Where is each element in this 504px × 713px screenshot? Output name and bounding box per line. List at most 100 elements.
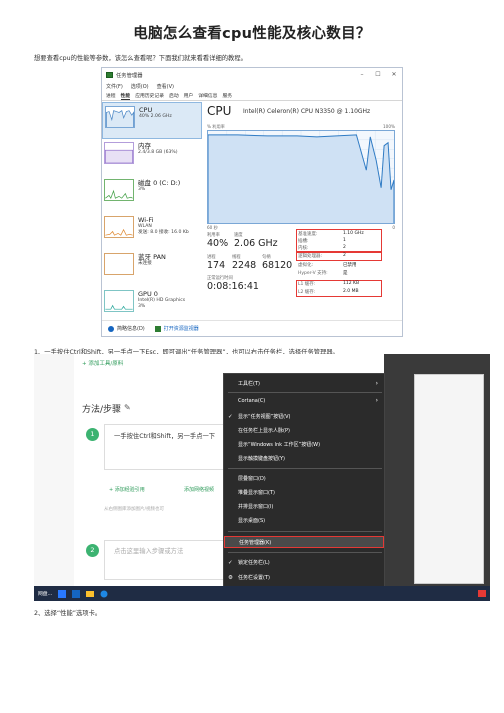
cpu-heading: CPU bbox=[207, 104, 232, 118]
sidebar-cpu-name: CPU bbox=[139, 106, 153, 114]
tab-users[interactable]: 用户 bbox=[184, 92, 194, 99]
chevron-up-icon bbox=[108, 325, 114, 332]
menu-item-stacked[interactable]: 堆叠显示窗口(T) bbox=[224, 487, 384, 499]
cpu-model-name: Intel(R) Celeron(R) CPU N3350 @ 1.10GHz bbox=[243, 108, 371, 115]
cpu-utilization-graph bbox=[207, 130, 395, 224]
sidebar-item-gpu[interactable]: GPU 0 Intel(R) HD Graphics 3% bbox=[102, 287, 202, 324]
app-icon[interactable] bbox=[72, 589, 81, 598]
menu-item-side-by-side[interactable]: 并排显示窗口(I) bbox=[224, 501, 384, 513]
check-icon: ✓ bbox=[228, 414, 233, 420]
detail-base-speed: 基准速度: 1.10 GHz bbox=[298, 231, 364, 237]
tab-details[interactable]: 详细信息 bbox=[198, 92, 217, 99]
uptime-value: 0:08:16:41 bbox=[207, 281, 259, 292]
menu-item-toolbars[interactable]: 工具栏(T) › bbox=[224, 378, 384, 390]
step2-text: 2、选择“性能”选项卡。 bbox=[34, 610, 102, 617]
app-icon[interactable] bbox=[58, 589, 67, 598]
editor-screenshot: + 添加工具/原料 方法/步骤 ✎ 1 一手按住Ctrl和Shift，另一手点一… bbox=[34, 354, 490, 601]
task-manager-footer: 简略信息(D) 打开资源监视器 bbox=[102, 320, 402, 336]
sidebar-item-cpu[interactable]: CPU 40% 2.06 GHz bbox=[102, 102, 202, 139]
menu-bar: 文件(F) 选项(O) 查看(V) bbox=[102, 81, 402, 91]
sidebar-gpu-value: 3% bbox=[138, 304, 146, 309]
add-reference-button[interactable]: + 添加经验引用 bbox=[109, 486, 145, 493]
tab-app-history[interactable]: 应用历史记录 bbox=[135, 92, 164, 99]
menu-item-cascade[interactable]: 层叠窗口(D) bbox=[224, 473, 384, 485]
title-bar: 任务管理器 – ☐ ✕ bbox=[102, 68, 402, 81]
tab-performance[interactable]: 性能 bbox=[120, 92, 131, 100]
step-number-2: 2 bbox=[86, 544, 99, 557]
graph-max: 100% bbox=[383, 124, 395, 129]
detail-logical-processors: 逻辑处理器: 2 bbox=[298, 253, 346, 259]
sidebar-disk-value: 3% bbox=[138, 187, 146, 192]
task-manager-window: 任务管理器 – ☐ ✕ 文件(F) 选项(O) 查看(V) 进程 性能 应用历史… bbox=[101, 67, 403, 337]
minimize-icon[interactable]: – bbox=[354, 71, 370, 78]
cpu-detail-panel: CPU Intel(R) Celeron(R) CPU N3350 @ 1.10… bbox=[207, 104, 399, 318]
memory-sparkline bbox=[104, 142, 134, 164]
close-icon[interactable]: ✕ bbox=[386, 71, 402, 78]
sidebar-wifi-name: Wi-Fi bbox=[138, 216, 154, 224]
detail-hyperv: Hyper-V 支持: 是 bbox=[298, 271, 348, 276]
graph-seconds: 60 秒 bbox=[207, 225, 218, 230]
detail-l1-cache: L1 缓存: 112 KB bbox=[298, 281, 360, 287]
sidebar-item-memory[interactable]: 内存 2.4/3.8 GB (63%) bbox=[102, 139, 202, 176]
sidebar-memory-name: 内存 bbox=[138, 142, 151, 150]
tab-services[interactable]: 服务 bbox=[222, 92, 232, 99]
sidebar-item-disk[interactable]: 磁盘 0 (C: D:) 3% bbox=[102, 176, 202, 213]
pencil-icon[interactable]: ✎ bbox=[124, 403, 131, 412]
windows-taskbar: 网盘... bbox=[34, 586, 490, 601]
add-video-button[interactable]: 添加网络视频 bbox=[184, 486, 214, 493]
sidebar-bluetooth-value: 未连接 bbox=[138, 261, 152, 266]
disk-sparkline bbox=[104, 179, 134, 201]
menu-separator bbox=[228, 468, 382, 469]
menu-file[interactable]: 文件(F) bbox=[106, 83, 123, 90]
sidebar-item-wifi[interactable]: Wi-Fi WLAN 发送: 8.0 接收: 16.0 Kb bbox=[102, 213, 202, 250]
fewer-details-button[interactable]: 简略信息(D) bbox=[108, 325, 145, 332]
sidebar-bluetooth-name: 蓝牙 PAN bbox=[138, 253, 166, 261]
menu-separator bbox=[228, 552, 382, 553]
step1-content: 一手按住Ctrl和Shift，另一手点一下 bbox=[114, 433, 216, 440]
menu-item-windows-ink[interactable]: 显示“Windows Ink 工作区”按钮(W) bbox=[224, 439, 384, 451]
resource-monitor-label: 打开资源监视器 bbox=[163, 326, 199, 332]
sidebar-gpu-name: GPU 0 bbox=[138, 290, 158, 298]
menu-options[interactable]: 选项(O) bbox=[131, 83, 149, 90]
explorer-icon[interactable] bbox=[86, 590, 95, 598]
menu-item-task-view[interactable]: ✓ 显示“任务视图”按钮(V) bbox=[224, 411, 384, 423]
menu-item-lock-taskbar[interactable]: ✓ 锁定任务栏(L) bbox=[224, 557, 384, 569]
graph-zero: 0 bbox=[392, 225, 395, 230]
menu-view[interactable]: 查看(V) bbox=[157, 83, 174, 90]
cpu-sparkline bbox=[105, 106, 135, 128]
bluetooth-sparkline bbox=[104, 253, 134, 275]
wifi-sparkline bbox=[104, 216, 134, 238]
add-tool-link[interactable]: + 添加工具/原料 bbox=[82, 359, 123, 367]
open-resource-monitor-link[interactable]: 打开资源监视器 bbox=[154, 325, 199, 332]
media-hint: 从右侧图库添加图片/视频也可 bbox=[104, 507, 165, 512]
side-window bbox=[414, 374, 484, 584]
menu-item-people[interactable]: 在任务栏上显示人脉(P) bbox=[224, 425, 384, 437]
menu-item-cortana[interactable]: Cortana(C) › bbox=[224, 395, 384, 407]
menu-separator bbox=[228, 531, 382, 532]
menu-separator bbox=[228, 392, 382, 393]
task-manager-icon bbox=[106, 71, 113, 78]
sidebar-wifi-value: 发送: 8.0 接收: 16.0 Kb bbox=[138, 230, 189, 235]
chevron-right-icon: › bbox=[375, 380, 378, 387]
chevron-right-icon: › bbox=[375, 397, 378, 404]
detail-l2-cache: L2 缓存: 2.0 MB bbox=[298, 289, 359, 295]
notification-icon[interactable] bbox=[478, 590, 486, 597]
tab-bar: 进程 性能 应用历史记录 启动 用户 详细信息 服务 bbox=[102, 91, 402, 101]
edge-icon[interactable] bbox=[100, 590, 108, 598]
tab-startup[interactable]: 启动 bbox=[169, 92, 179, 99]
menu-item-task-manager[interactable]: 任务管理器(K) bbox=[224, 536, 384, 548]
maximize-icon[interactable]: ☐ bbox=[370, 71, 386, 78]
speed-value: 2.06 GHz bbox=[234, 238, 278, 249]
step-number-1: 1 bbox=[86, 428, 99, 441]
util-value: 40% bbox=[207, 238, 229, 249]
resource-monitor-icon bbox=[154, 325, 161, 332]
tab-processes[interactable]: 进程 bbox=[106, 92, 116, 99]
menu-item-taskbar-settings[interactable]: ⚙ 任务栏设置(T) bbox=[224, 572, 384, 584]
menu-item-touch-keyboard[interactable]: 显示触摸键盘按钮(Y) bbox=[224, 453, 384, 465]
method-heading: 方法/步骤 bbox=[82, 405, 122, 415]
menu-item-show-desktop[interactable]: 显示桌面(S) bbox=[224, 515, 384, 527]
detail-sockets: 插槽: 1 bbox=[298, 238, 346, 244]
fewer-details-label: 简略信息(D) bbox=[117, 326, 145, 332]
sidebar-item-bluetooth[interactable]: 蓝牙 PAN 未连接 bbox=[102, 250, 202, 287]
document-title: 电脑怎么查看cpu性能及核心数目？ bbox=[133, 26, 371, 42]
